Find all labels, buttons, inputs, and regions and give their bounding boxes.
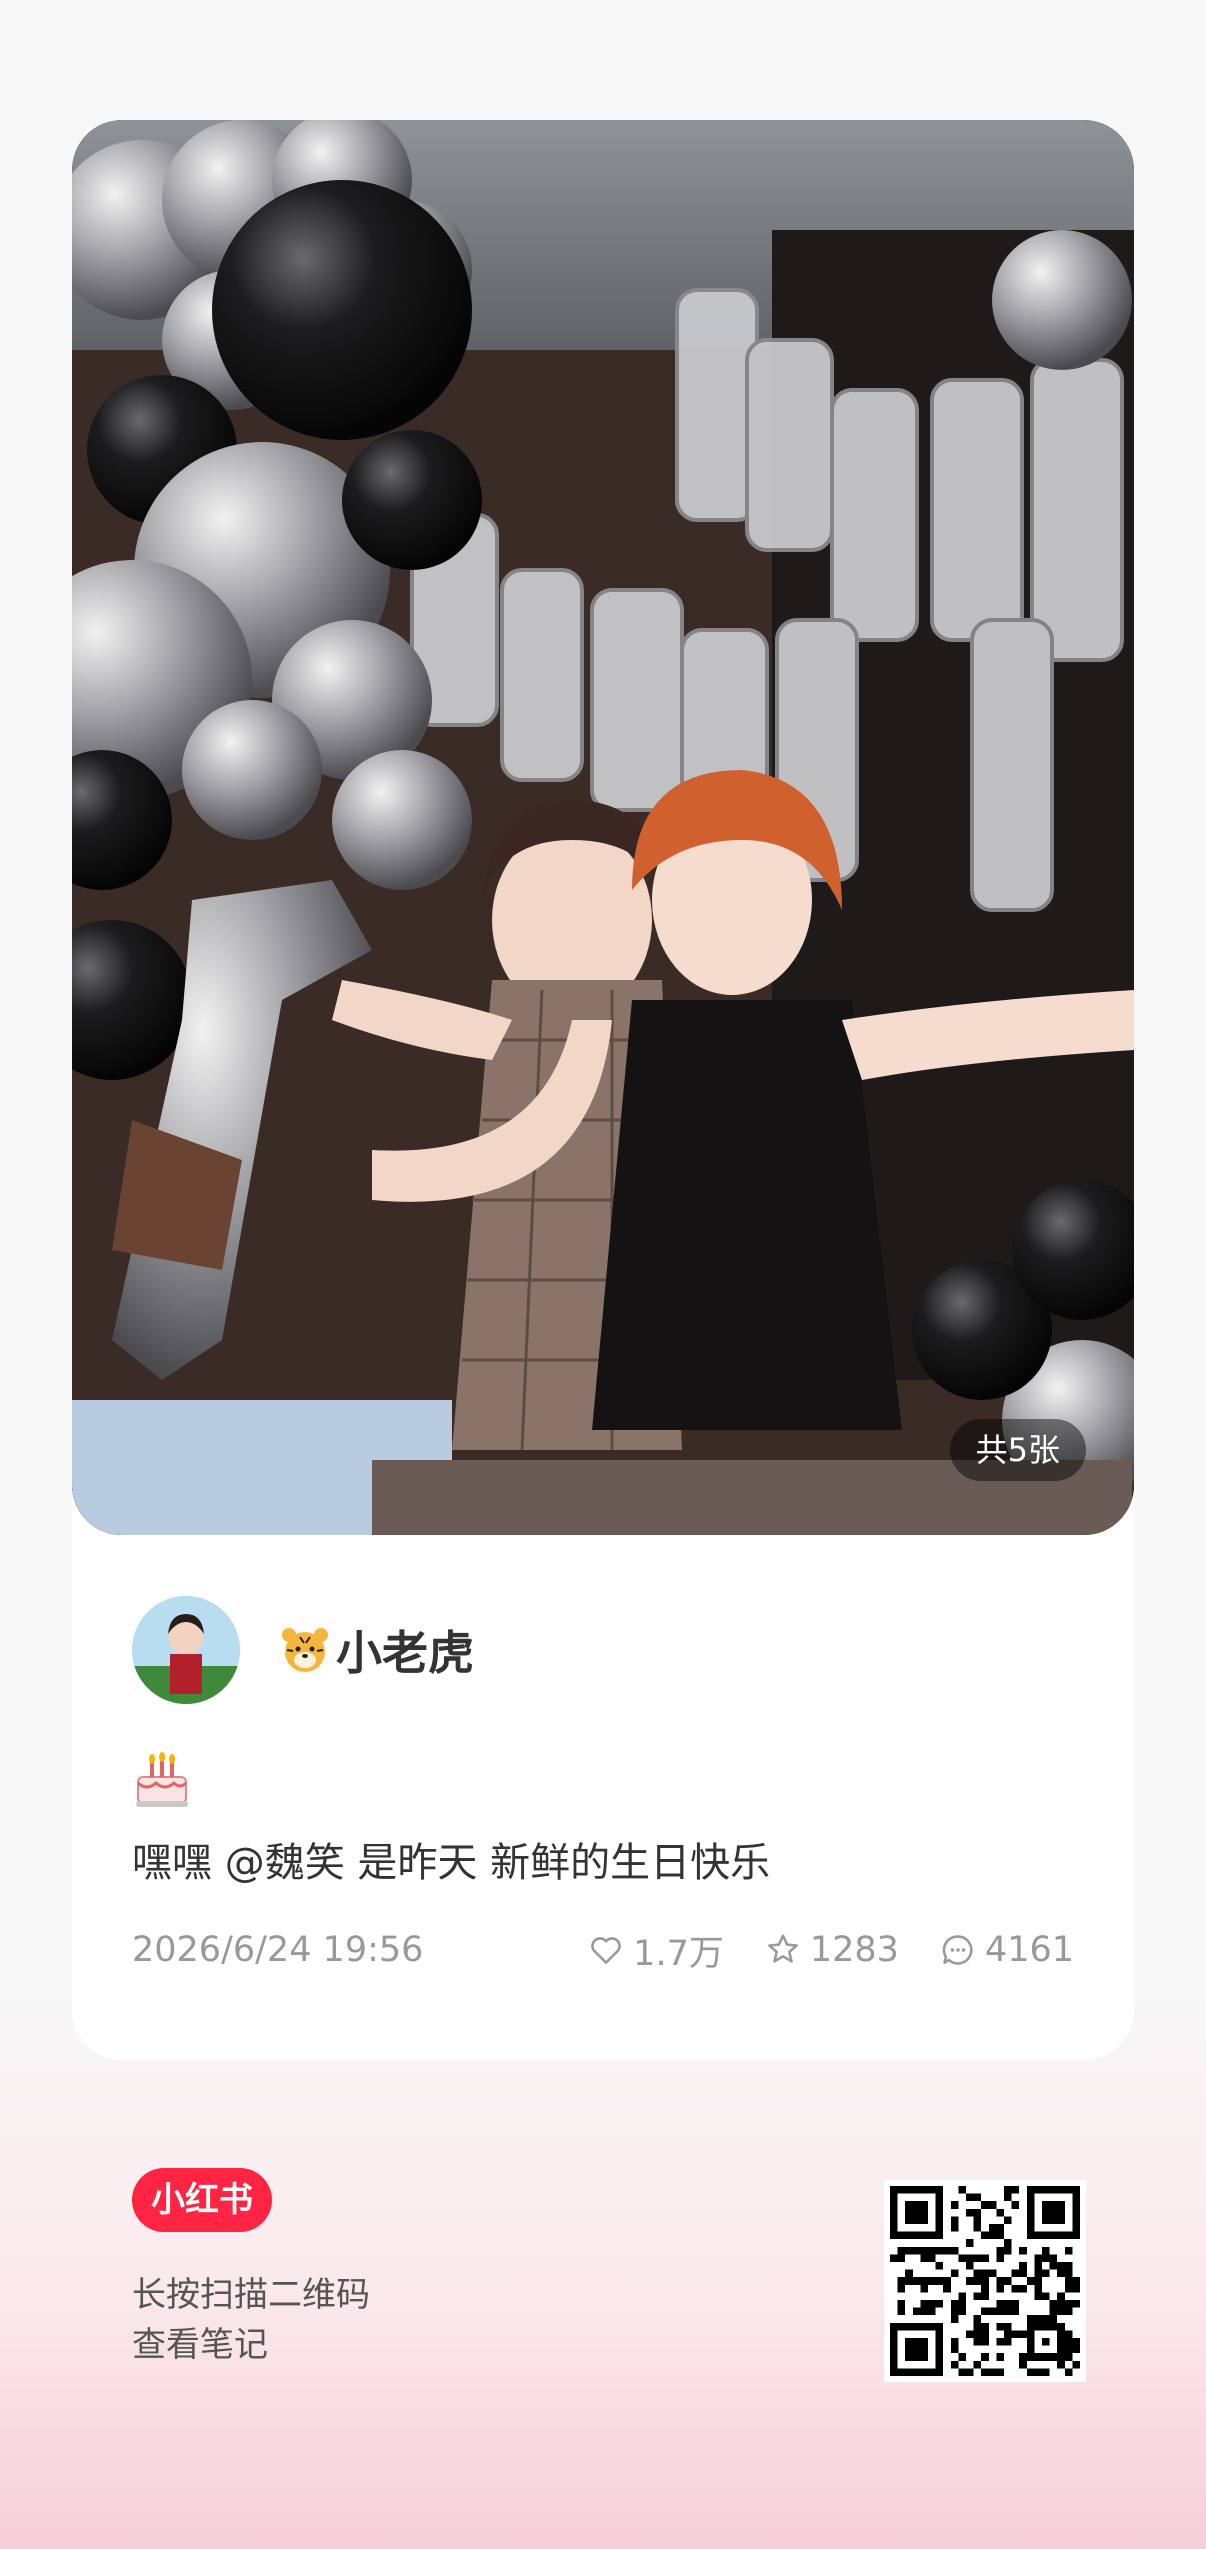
note-cover-image[interactable]: 共5张 xyxy=(72,120,1134,1535)
scan-hint-line1: 长按扫描二维码 xyxy=(132,2275,370,2315)
comment-count: 4161 xyxy=(984,1930,1074,1970)
author-name[interactable]: 小老虎 xyxy=(280,1617,474,1683)
comment-stat[interactable]: 4161 xyxy=(939,1930,1074,1970)
cover-photo-illustration xyxy=(72,120,1134,1535)
note-meta-row: 2026/6/24 19:56 1.7万 1283 4161 xyxy=(132,1920,1074,1980)
post-timestamp: 2026/6/24 19:56 xyxy=(132,1930,424,1970)
tiger-face-icon xyxy=(280,1625,330,1675)
note-card: 共5张 小老虎 嘿嘿 @魏笑 是昨天 新鲜的生日快乐 2026/6/24 19:… xyxy=(72,120,1134,2060)
author-avatar[interactable] xyxy=(132,1596,240,1704)
scan-hint: 长按扫描二维码 查看笔记 xyxy=(132,2270,370,2370)
comment-bubble-icon xyxy=(942,1935,973,1965)
heart-icon xyxy=(591,1937,621,1964)
note-stats: 1.7万 1283 4161 xyxy=(547,1925,1074,1976)
note-caption: 嘿嘿 @魏笑 是昨天 新鲜的生日快乐 xyxy=(132,1840,771,1886)
collect-count: 1283 xyxy=(809,1930,899,1970)
birthday-cake-icon xyxy=(132,1747,192,1809)
xiaohongshu-logo: 小红书 xyxy=(132,2168,272,2232)
star-icon xyxy=(767,1934,798,1963)
author-row[interactable]: 小老虎 xyxy=(132,1595,474,1705)
qr-code-pattern xyxy=(890,2186,1080,2376)
scan-hint-line2: 查看笔记 xyxy=(132,2325,268,2365)
image-count-badge: 共5张 xyxy=(949,1419,1086,1481)
collect-stat[interactable]: 1283 xyxy=(764,1930,899,1970)
qr-code[interactable] xyxy=(884,2180,1086,2382)
like-stat[interactable]: 1.7万 xyxy=(587,1925,724,1976)
author-name-text: 小老虎 xyxy=(336,1626,474,1680)
like-count: 1.7万 xyxy=(633,1933,724,1974)
